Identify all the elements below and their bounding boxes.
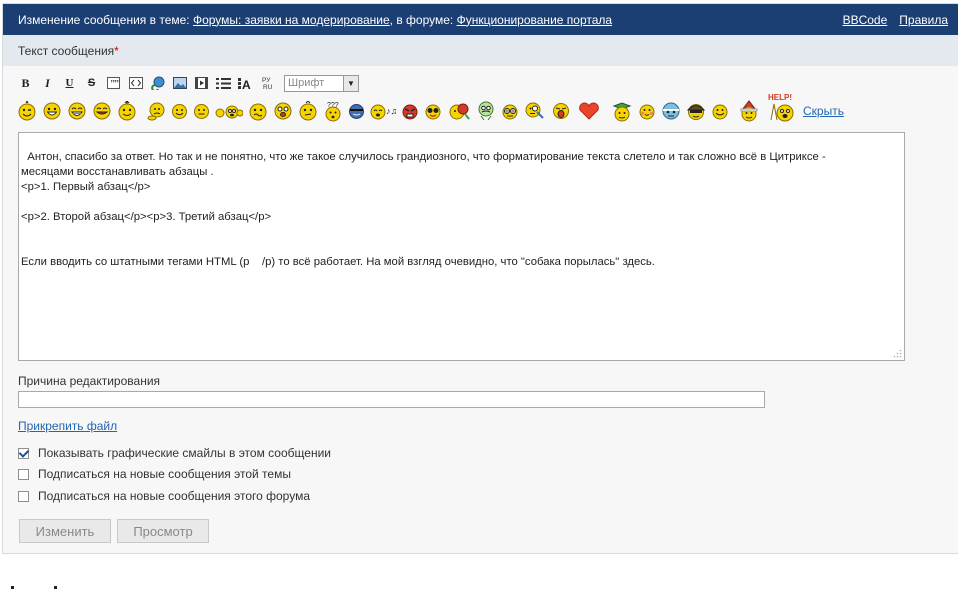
show-smiles-checkbox[interactable] (18, 447, 29, 459)
corner-mark (11, 586, 14, 589)
resize-grip-icon[interactable] (893, 349, 902, 358)
subscribe-forum-checkbox[interactable] (18, 490, 29, 502)
smiles-panel: ??? ♪♫ HELP! Скрыть (17, 93, 844, 128)
video-icon[interactable] (194, 76, 209, 91)
section-label: Текст сообщения (18, 43, 115, 58)
smile-neutral-icon[interactable] (193, 103, 210, 120)
svg-text:RU: RU (263, 84, 273, 90)
smile-sad-icon[interactable] (146, 101, 166, 121)
svg-text:♪♫: ♪♫ (386, 106, 396, 116)
smile-glasses-icon[interactable] (424, 103, 442, 120)
quote-icon[interactable]: " " (106, 76, 121, 91)
smile-magnify-icon[interactable] (524, 101, 546, 121)
message-text: Антон, спасибо за ответ. Но так и не пон… (21, 151, 826, 268)
smile-cool-icon[interactable] (348, 103, 365, 120)
smile-pilot-icon[interactable] (686, 101, 706, 121)
format-toolbar: B I U S " " A РУ RU Шрифт ▼ (18, 73, 359, 93)
smile-angry-icon[interactable] (401, 103, 419, 120)
message-textarea[interactable]: Антон, спасибо за ответ. Но так и не пон… (18, 132, 905, 361)
smile-question-icon[interactable]: ??? (323, 100, 343, 122)
bbcode-link[interactable]: BBCode (843, 13, 888, 27)
option-subscribe-forum: Подписаться на новые сообщения этого фор… (18, 489, 310, 503)
form-title: Изменение сообщения в теме: Форумы: заяв… (18, 13, 831, 27)
title-middle: , в форуме: (389, 12, 457, 27)
smile-rose-icon[interactable] (447, 101, 471, 121)
topic-link[interactable]: Форумы: заявки на модерирование (193, 13, 390, 27)
smile-frozen-icon[interactable] (661, 101, 681, 121)
smile-laugh-icon[interactable] (67, 101, 87, 121)
font-select[interactable]: Шрифт ▼ (284, 74, 359, 92)
smile-cheeky-icon[interactable] (117, 101, 137, 121)
svg-text:A: A (242, 78, 251, 90)
svg-text:РУ: РУ (262, 77, 271, 84)
help-label: HELP! (768, 92, 792, 102)
forum-link[interactable]: Функционирование портала (457, 13, 612, 27)
smile-confused-icon[interactable] (248, 101, 268, 121)
font-select-value: Шрифт (288, 77, 325, 89)
rules-link[interactable]: Правила (899, 13, 948, 27)
smile-hmm-icon[interactable] (298, 101, 318, 121)
smile-grin-icon[interactable] (711, 103, 729, 120)
title-prefix: Изменение сообщения в теме: (18, 12, 193, 27)
required-mark: * (114, 43, 119, 58)
subscribe-topic-checkbox[interactable] (18, 468, 29, 480)
smile-help-icon[interactable]: HELP! (768, 93, 796, 122)
submit-button[interactable]: Изменить (19, 519, 111, 543)
hide-smiles-link[interactable]: Скрыть (803, 104, 844, 118)
smile-graduate-icon[interactable] (611, 101, 633, 122)
edit-reason-input[interactable] (18, 391, 765, 408)
smile-happy-icon[interactable] (42, 101, 62, 121)
smile-talk-icon[interactable] (215, 103, 243, 120)
translit-icon[interactable]: РУ RU (260, 76, 275, 91)
message-section-title: Текст сообщения * (3, 35, 958, 66)
smile-dizzy-icon[interactable] (501, 103, 519, 120)
edit-reason-label: Причина редактирования (18, 374, 161, 388)
font-color-icon[interactable]: A (238, 76, 253, 91)
smile-smile-icon[interactable] (171, 103, 188, 120)
bold-button[interactable]: B (18, 76, 33, 91)
smile-santa-icon[interactable] (738, 100, 760, 122)
smile-blush-icon[interactable] (638, 103, 656, 120)
smile-sick-icon[interactable] (476, 101, 496, 121)
corner-mark (54, 586, 57, 589)
smile-shocked-icon[interactable] (273, 101, 293, 121)
heart-icon[interactable] (578, 102, 600, 120)
image-icon[interactable] (172, 76, 187, 91)
smile-yell-icon[interactable] (551, 101, 571, 121)
italic-button[interactable]: I (40, 76, 55, 91)
smile-music-icon[interactable]: ♪♫ (370, 103, 396, 120)
preview-button[interactable]: Просмотр (117, 519, 209, 543)
underline-button[interactable]: U (62, 76, 77, 91)
code-icon[interactable] (128, 76, 143, 91)
attach-file-link[interactable]: Прикрепить файл (18, 419, 117, 433)
option-label: Подписаться на новые сообщения этого фор… (38, 489, 310, 503)
option-label: Показывать графические смайлы в этом соо… (38, 446, 331, 460)
list-icon[interactable] (216, 76, 231, 91)
header-links: BBCode Правила (831, 13, 948, 27)
svg-text:": " (114, 79, 120, 89)
option-label: Подписаться на новые сообщения этой темы (38, 467, 291, 481)
smile-tongue-icon[interactable] (92, 101, 112, 121)
smile-wink-icon[interactable] (17, 101, 37, 121)
option-show-smiles: Показывать графические смайлы в этом соо… (18, 446, 331, 460)
form-header: Изменение сообщения в теме: Форумы: заяв… (3, 4, 958, 35)
chevron-down-icon: ▼ (343, 75, 358, 91)
option-subscribe-topic: Подписаться на новые сообщения этой темы (18, 467, 291, 481)
link-icon[interactable] (150, 76, 165, 91)
strike-button[interactable]: S (84, 76, 99, 91)
